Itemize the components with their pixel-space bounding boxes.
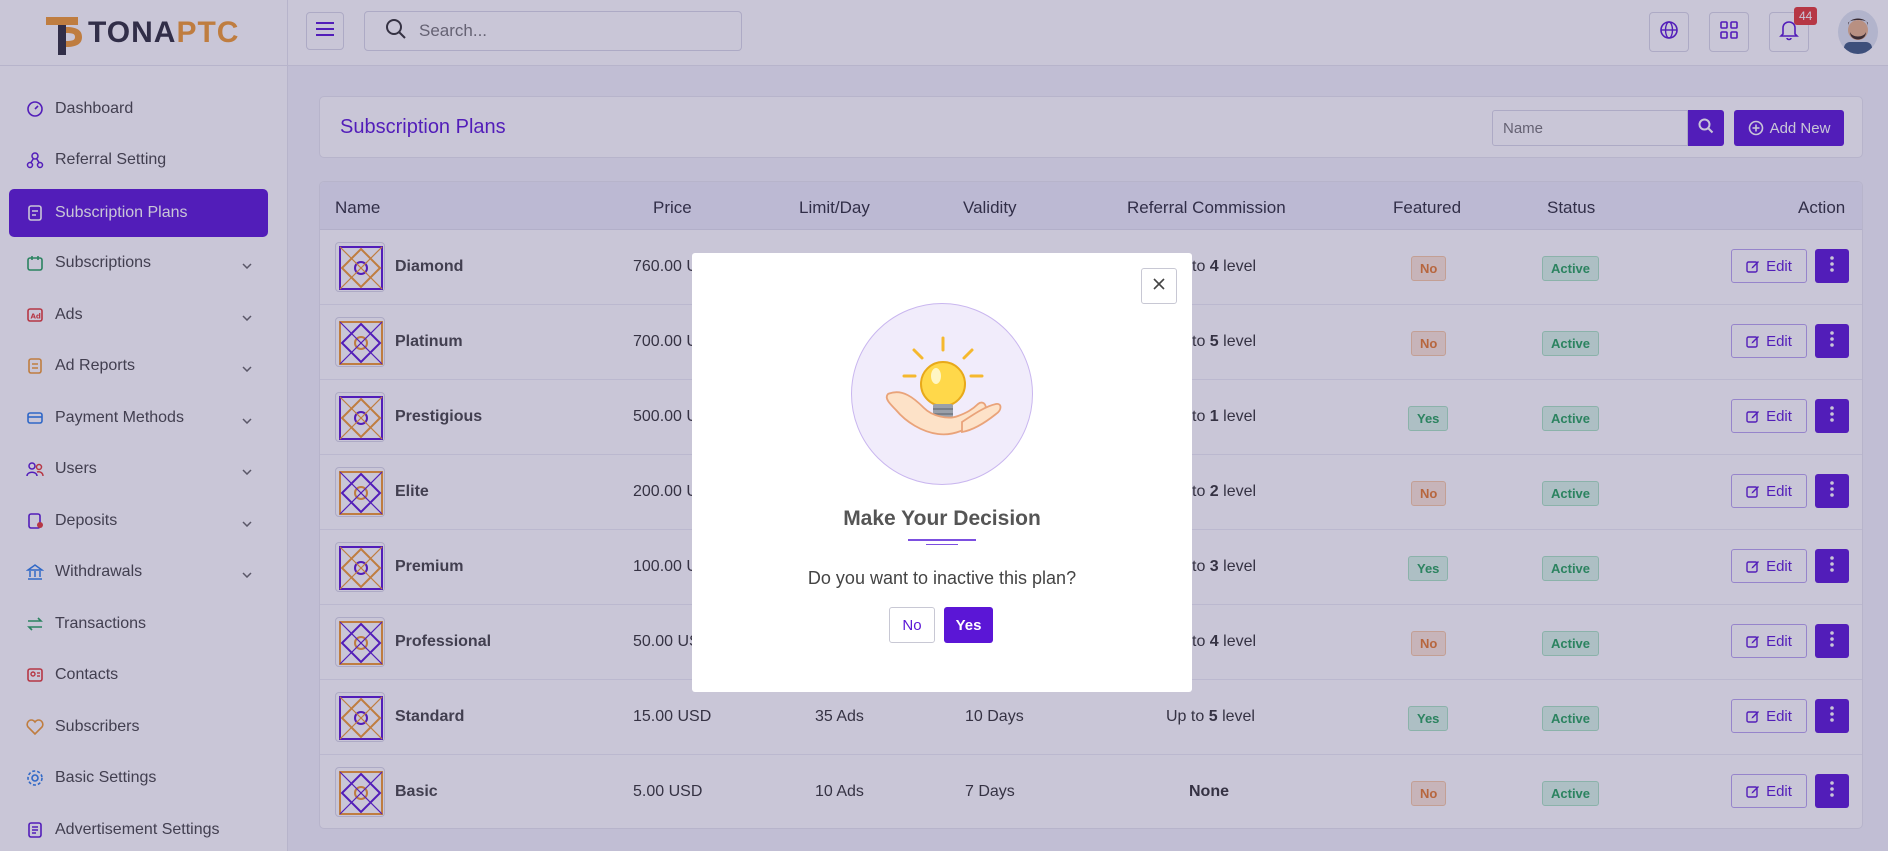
lightbulb-illustration bbox=[851, 303, 1033, 485]
close-button[interactable] bbox=[1141, 268, 1177, 304]
confirm-modal: Make Your Decision Do you want to inacti… bbox=[692, 253, 1192, 692]
lightbulb-icon bbox=[885, 336, 1002, 436]
close-icon bbox=[1152, 277, 1166, 296]
modal-title: Make Your Decision bbox=[843, 507, 1041, 530]
modal-backdrop[interactable]: Make Your Decision Do you want to inacti… bbox=[0, 0, 1888, 851]
title-underline bbox=[908, 539, 976, 541]
yes-button[interactable]: Yes bbox=[944, 607, 993, 643]
title-underline bbox=[926, 544, 958, 545]
no-button[interactable]: No bbox=[889, 607, 935, 643]
modal-question: Do you want to inactive this plan? bbox=[807, 568, 1077, 588]
